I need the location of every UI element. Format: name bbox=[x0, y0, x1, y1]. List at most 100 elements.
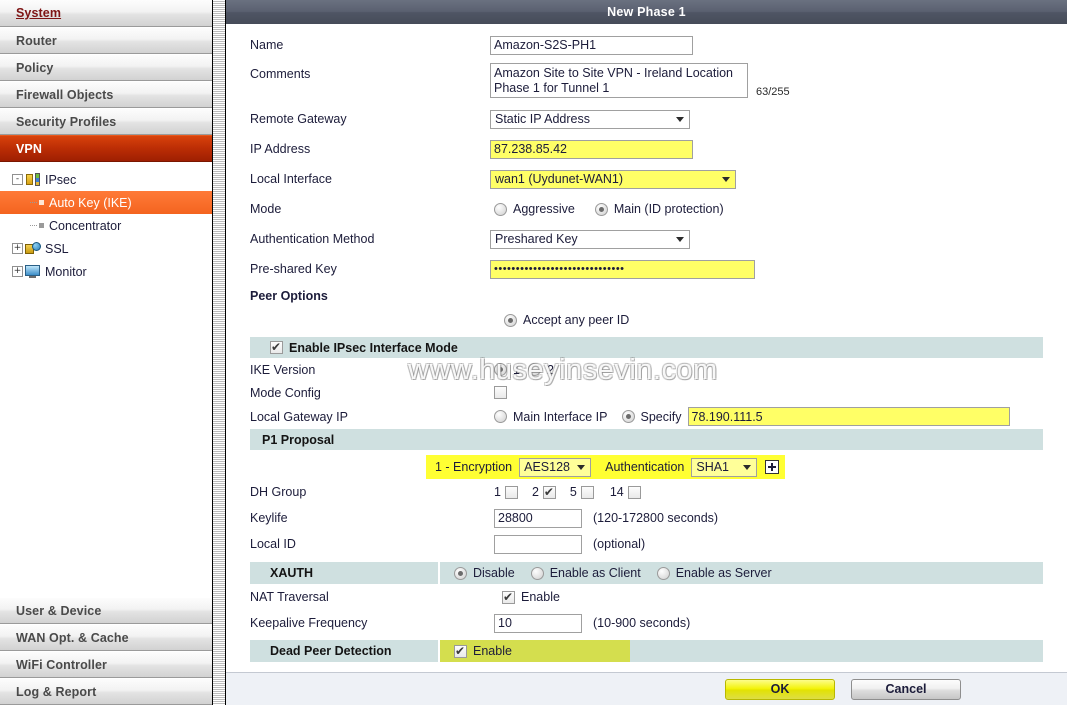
xauth-enable-server-label[interactable]: Enable as Server bbox=[676, 566, 772, 580]
remote-gateway-select[interactable]: Static IP Address bbox=[490, 109, 690, 129]
xauth-enable-client-radio[interactable] bbox=[530, 566, 544, 580]
dh-group-1-checkbox[interactable] bbox=[504, 485, 518, 499]
dh-group-1-label[interactable]: 1 bbox=[494, 485, 501, 499]
authentication-value: SHA1 bbox=[696, 460, 730, 474]
ipsec-icon bbox=[25, 172, 41, 187]
sidebar-item-user-and-device[interactable]: User & Device bbox=[0, 597, 212, 624]
sidebar-item-wan-opt-and-cache[interactable]: WAN Opt. & Cache bbox=[0, 624, 212, 651]
nat-traversal-checkbox[interactable] bbox=[502, 589, 515, 605]
dialog-footer: OK Cancel bbox=[226, 672, 1067, 705]
preshared-key-label: Pre-shared Key bbox=[250, 262, 337, 276]
row-remote-gateway: Remote Gateway Static IP Address bbox=[226, 104, 1067, 134]
sidebar-item-security-profiles[interactable]: Security Profiles bbox=[0, 108, 212, 135]
comments-textarea[interactable]: Amazon Site to Site VPN - Ireland Locati… bbox=[490, 63, 748, 98]
peer-options-label: Peer Options bbox=[250, 289, 328, 303]
dead-peer-detection-checkbox[interactable] bbox=[454, 643, 467, 659]
specify-label[interactable]: Specify bbox=[641, 410, 682, 424]
xauth-enable-client-label[interactable]: Enable as Client bbox=[550, 566, 641, 580]
name-input[interactable] bbox=[490, 35, 693, 55]
sidebar-item-firewall-objects[interactable]: Firewall Objects bbox=[0, 81, 212, 108]
row-local-interface: Local Interface wan1 (Uydunet-WAN1) bbox=[226, 164, 1067, 194]
dh-group-2-label[interactable]: 2 bbox=[532, 485, 539, 499]
name-label: Name bbox=[250, 38, 284, 52]
row-ip-address: IP Address bbox=[226, 134, 1067, 164]
accept-any-peer-id-label[interactable]: Accept any peer ID bbox=[523, 313, 629, 327]
main-interface-ip-radio[interactable] bbox=[494, 410, 507, 423]
local-interface-select[interactable]: wan1 (Uydunet-WAN1) bbox=[490, 169, 736, 189]
sidebar-item-vpn[interactable]: VPN bbox=[0, 135, 212, 162]
fortigate-admin-window: System Router Policy Firewall Objects Se… bbox=[0, 0, 1067, 705]
dh-group-14-checkbox[interactable] bbox=[627, 485, 641, 499]
tree-connector-icon bbox=[30, 225, 37, 226]
expand-icon[interactable]: + bbox=[12, 243, 23, 254]
collapse-icon[interactable]: - bbox=[12, 174, 23, 185]
sidebar-item-system[interactable]: System bbox=[0, 0, 212, 27]
main-interface-ip-label[interactable]: Main Interface IP bbox=[513, 410, 608, 424]
row-nat-traversal: NAT Traversal Enable bbox=[226, 584, 1067, 610]
local-interface-label: Local Interface bbox=[250, 172, 332, 186]
sidebar-resize-handle[interactable] bbox=[213, 0, 226, 705]
mode-main-label[interactable]: Main (ID protection) bbox=[614, 202, 724, 216]
dh-group-2-checkbox[interactable] bbox=[542, 484, 556, 500]
local-gateway-ip-input[interactable] bbox=[687, 407, 1010, 426]
mode-aggressive-radio[interactable] bbox=[494, 202, 507, 216]
row-mode: Mode Aggressive Main (ID protection) bbox=[226, 194, 1067, 224]
monitor-icon bbox=[25, 264, 41, 279]
phase1-form: www.huseyinsevin.com Name Comments Amazo… bbox=[226, 24, 1067, 705]
cancel-button[interactable]: Cancel bbox=[851, 678, 961, 700]
accept-any-peer-id-radio[interactable] bbox=[504, 313, 517, 327]
tree-node-ipsec[interactable]: - IPsec bbox=[0, 168, 212, 191]
local-id-hint: (optional) bbox=[593, 537, 646, 551]
ike-version-2-radio[interactable] bbox=[527, 363, 541, 376]
mode-config-label: Mode Config bbox=[250, 385, 321, 400]
dh-group-5-checkbox[interactable] bbox=[580, 485, 594, 499]
row-local-gateway-ip: Local Gateway IP Main Interface IP Speci… bbox=[226, 404, 1067, 429]
keepalive-frequency-hint: (10-900 seconds) bbox=[593, 616, 691, 630]
chevron-down-icon bbox=[676, 237, 684, 242]
p1-proposal-label: P1 Proposal bbox=[262, 432, 335, 447]
tree-node-concentrator[interactable]: Concentrator bbox=[0, 214, 212, 237]
dh-group-5-label[interactable]: 5 bbox=[570, 485, 577, 499]
mode-config-checkbox[interactable] bbox=[494, 386, 507, 399]
ok-button[interactable]: OK bbox=[725, 678, 835, 700]
enable-ipsec-interface-mode-checkbox[interactable] bbox=[270, 339, 283, 355]
local-id-input[interactable] bbox=[494, 534, 582, 554]
expand-icon[interactable]: + bbox=[12, 266, 23, 277]
dh-group-14-label[interactable]: 14 bbox=[610, 485, 624, 499]
tree-node-ssl[interactable]: + SSL bbox=[0, 237, 212, 260]
sidebar-item-router[interactable]: Router bbox=[0, 27, 212, 54]
authentication-select[interactable]: SHA1 bbox=[691, 457, 758, 477]
keylife-input[interactable] bbox=[494, 508, 582, 528]
xauth-enable-server-radio[interactable] bbox=[656, 566, 670, 580]
tree-node-auto-key-ike[interactable]: Auto Key (IKE) bbox=[0, 191, 212, 214]
row-comments: Comments Amazon Site to Site VPN - Irela… bbox=[226, 60, 1067, 104]
ike-version-1-label[interactable]: 1 bbox=[513, 363, 520, 377]
sidebar-item-log-and-report[interactable]: Log & Report bbox=[0, 678, 212, 705]
plus-icon[interactable] bbox=[765, 460, 780, 474]
ike-version-2-label[interactable]: 2 bbox=[547, 363, 554, 377]
sidebar-item-wifi-controller[interactable]: WiFi Controller bbox=[0, 651, 212, 678]
specify-gateway-radio[interactable] bbox=[621, 410, 635, 423]
keepalive-frequency-label: Keepalive Frequency bbox=[250, 616, 368, 630]
left-navigation-sidebar: System Router Policy Firewall Objects Se… bbox=[0, 0, 213, 705]
sidebar-item-policy[interactable]: Policy bbox=[0, 54, 212, 81]
dead-peer-detection-enable-label[interactable]: Enable bbox=[473, 644, 512, 658]
tree-node-label: Concentrator bbox=[49, 218, 122, 233]
nat-traversal-label: NAT Traversal bbox=[250, 590, 329, 604]
ike-version-1-radio[interactable] bbox=[494, 363, 507, 376]
xauth-disable-label[interactable]: Disable bbox=[473, 566, 515, 580]
local-gateway-ip-label: Local Gateway IP bbox=[250, 409, 348, 424]
keylife-label: Keylife bbox=[250, 511, 288, 525]
authentication-method-select[interactable]: Preshared Key bbox=[490, 229, 690, 249]
mode-aggressive-label[interactable]: Aggressive bbox=[513, 202, 575, 216]
remote-gateway-label: Remote Gateway bbox=[250, 112, 347, 126]
preshared-key-input[interactable]: •••••••••••••••••••••••••••••• bbox=[490, 259, 755, 279]
encryption-select[interactable]: AES128 bbox=[519, 457, 592, 477]
keepalive-frequency-input[interactable] bbox=[494, 613, 582, 633]
nat-traversal-enable-label[interactable]: Enable bbox=[521, 590, 560, 604]
ip-address-input[interactable] bbox=[490, 139, 693, 159]
dialog-title: New Phase 1 bbox=[226, 0, 1067, 24]
tree-node-monitor[interactable]: + Monitor bbox=[0, 260, 212, 283]
xauth-disable-radio[interactable] bbox=[454, 566, 467, 580]
mode-main-radio[interactable] bbox=[594, 202, 608, 216]
